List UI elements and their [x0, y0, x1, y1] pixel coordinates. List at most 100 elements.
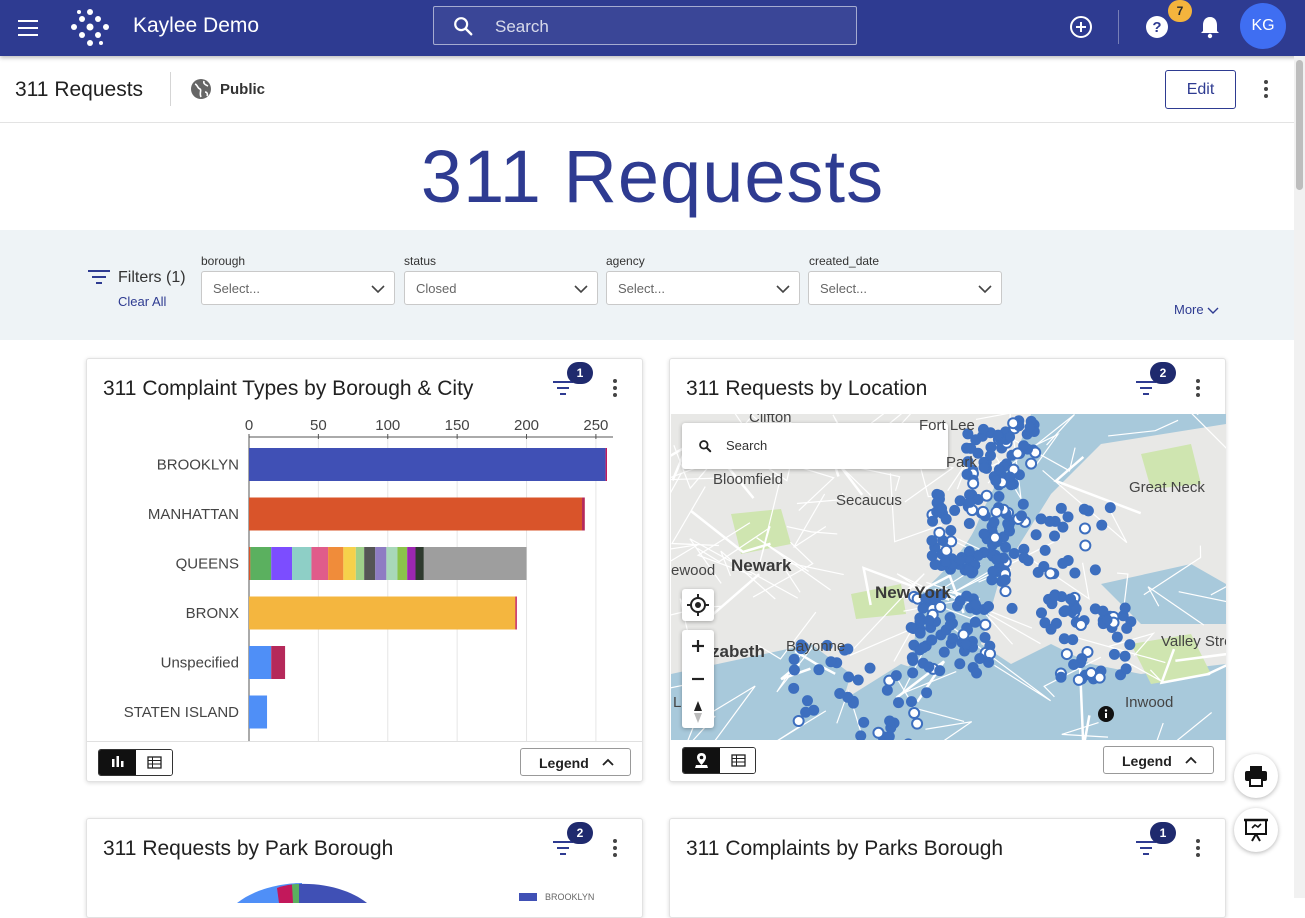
map-point[interactable] — [883, 730, 895, 740]
map-point[interactable] — [954, 658, 966, 670]
map-point[interactable] — [1119, 650, 1131, 662]
map-point[interactable] — [1057, 557, 1069, 569]
presentation-button[interactable] — [1234, 808, 1278, 852]
map-point[interactable] — [1039, 544, 1051, 556]
map-point[interactable] — [974, 653, 986, 665]
add-circle-icon[interactable] — [1068, 14, 1094, 40]
map-point[interactable] — [788, 682, 800, 694]
map-point[interactable] — [999, 585, 1012, 598]
info-icon[interactable] — [1098, 706, 1114, 722]
map-point[interactable] — [792, 714, 805, 727]
chart-view-button[interactable] — [99, 750, 136, 775]
map-point[interactable] — [884, 715, 896, 727]
map-point[interactable] — [934, 600, 947, 613]
map-point[interactable] — [1055, 671, 1067, 683]
card-menu-icon[interactable] — [612, 839, 618, 859]
filters-label[interactable]: Filters (1) — [118, 269, 186, 287]
scrollbar-thumb[interactable] — [1296, 60, 1303, 190]
map-point[interactable] — [905, 696, 917, 708]
map-point[interactable] — [957, 628, 970, 641]
map-point[interactable] — [947, 633, 959, 645]
map-point[interactable] — [936, 502, 948, 514]
map-point[interactable] — [1018, 440, 1030, 452]
map-point[interactable] — [1006, 602, 1018, 614]
map-point[interactable] — [1120, 663, 1132, 675]
map-view[interactable]: Search Clifton Fort Lee Park Bloomfield … — [671, 414, 1226, 740]
map-point[interactable] — [788, 653, 800, 665]
map-point[interactable] — [893, 697, 905, 709]
map-point[interactable] — [858, 716, 870, 728]
map-point[interactable] — [1058, 633, 1070, 645]
user-avatar[interactable]: KG — [1240, 3, 1286, 49]
map-point[interactable] — [954, 554, 966, 566]
map-point[interactable] — [990, 505, 1003, 518]
more-filters-link[interactable]: More — [1174, 302, 1219, 317]
map-point[interactable] — [1072, 673, 1085, 686]
global-search-input[interactable]: Search — [433, 6, 857, 45]
app-title[interactable]: Kaylee Demo — [133, 14, 259, 38]
map-point[interactable] — [923, 615, 935, 627]
map-point[interactable] — [1121, 622, 1133, 634]
map-point[interactable] — [963, 545, 975, 557]
map-point[interactable] — [907, 667, 919, 679]
logo-icon[interactable] — [68, 6, 112, 50]
view-toggle[interactable] — [98, 749, 173, 776]
map-point[interactable] — [945, 524, 957, 536]
map-point[interactable] — [940, 556, 952, 568]
map-point[interactable] — [917, 642, 929, 654]
map-point[interactable] — [881, 684, 893, 696]
map-point[interactable] — [1062, 511, 1074, 523]
map-point[interactable] — [1048, 590, 1060, 602]
compass-icon[interactable] — [682, 696, 714, 728]
filter-icon[interactable] — [1136, 841, 1158, 857]
map-point[interactable] — [984, 450, 996, 462]
table-view-button[interactable] — [136, 750, 172, 775]
map-point[interactable] — [992, 429, 1004, 441]
map-point[interactable] — [926, 550, 938, 562]
map-point[interactable] — [872, 726, 885, 739]
bell-icon[interactable] — [1197, 14, 1223, 40]
map-point[interactable] — [969, 599, 981, 611]
map-point[interactable] — [864, 662, 876, 674]
filter-status-select[interactable]: Closed — [404, 271, 598, 305]
filter-icon[interactable] — [553, 841, 575, 857]
map-point[interactable] — [1044, 567, 1057, 580]
map-point[interactable] — [1060, 648, 1073, 661]
map-point[interactable] — [1017, 498, 1029, 510]
map-point[interactable] — [960, 638, 972, 650]
page-scrollbar[interactable] — [1294, 56, 1305, 898]
map-point[interactable] — [999, 574, 1011, 586]
map-point[interactable] — [961, 442, 973, 454]
map-point[interactable] — [1015, 510, 1027, 522]
map-point[interactable] — [905, 622, 917, 634]
more-options-icon[interactable] — [1263, 80, 1269, 100]
map-point[interactable] — [934, 665, 946, 677]
map-point[interactable] — [1124, 639, 1136, 651]
map-point[interactable] — [1104, 502, 1116, 514]
map-point[interactable] — [978, 461, 990, 473]
card-menu-icon[interactable] — [612, 379, 618, 399]
map-point[interactable] — [977, 423, 989, 435]
map-point[interactable] — [921, 687, 933, 699]
map-point[interactable] — [1074, 618, 1087, 631]
map-point[interactable] — [911, 717, 924, 730]
clear-all-link[interactable]: Clear All — [118, 294, 166, 309]
edit-button[interactable]: Edit — [1165, 70, 1236, 109]
map-point[interactable] — [914, 627, 926, 639]
map-point[interactable] — [978, 528, 990, 540]
map-point[interactable] — [1030, 529, 1042, 541]
map-point[interactable] — [990, 475, 1002, 487]
map-point[interactable] — [1101, 614, 1113, 626]
locate-me-button[interactable] — [682, 589, 714, 621]
map-point[interactable] — [967, 477, 980, 490]
map-point[interactable] — [800, 706, 812, 718]
map-point[interactable] — [971, 667, 983, 679]
map-point[interactable] — [927, 515, 939, 527]
map-point[interactable] — [917, 602, 929, 614]
map-point[interactable] — [1096, 519, 1108, 531]
map-point[interactable] — [907, 654, 919, 666]
map-view-button[interactable] — [683, 748, 720, 773]
map-point[interactable] — [963, 518, 975, 530]
map-point[interactable] — [991, 553, 1003, 565]
filter-icon[interactable] — [1136, 381, 1158, 397]
